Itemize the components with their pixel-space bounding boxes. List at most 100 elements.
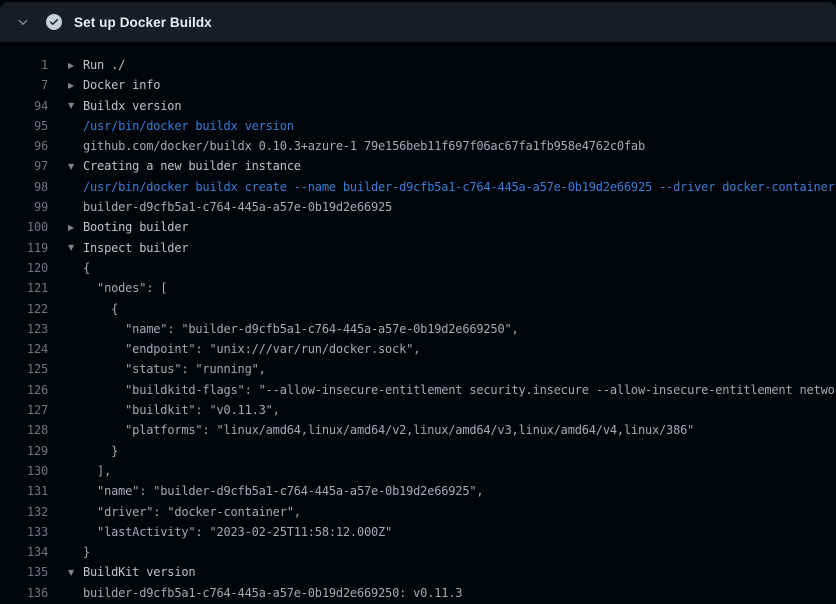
line-text: Docker info [83,75,160,95]
line-text: { [83,299,118,319]
chevron-down-icon[interactable] [16,15,30,29]
log-line: 131 "name": "builder-d9cfb5a1-c764-445a-… [0,481,836,501]
toggle-spacer [68,329,83,330]
line-text: Run ./ [83,55,125,75]
toggle-spacer [68,349,83,350]
line-number[interactable]: 122 [0,299,48,319]
line-text: "buildkit": "v0.11.3", [83,400,280,420]
toggle-spacer [68,491,83,492]
log-group-line[interactable]: 135 ▼BuildKit version [0,562,836,582]
toggle-spacer [68,552,83,553]
line-number[interactable]: 95 [0,116,48,136]
line-number[interactable]: 1 [0,55,48,75]
log-line: 132 "driver": "docker-container", [0,502,836,522]
log-line: 123 "name": "builder-d9cfb5a1-c764-445a-… [0,319,836,339]
toggle-spacer [68,268,83,269]
line-text: Booting builder [83,217,188,237]
line-number[interactable]: 134 [0,542,48,562]
line-text: Inspect builder [83,238,188,258]
group-toggle-icon[interactable]: ▼ [68,156,83,176]
line-number[interactable]: 127 [0,400,48,420]
log-line: 95/usr/bin/docker buildx version [0,116,836,136]
line-text: } [83,542,90,562]
log-line: 120 { [0,258,836,278]
log-line: 129 } [0,441,836,461]
line-number[interactable]: 124 [0,339,48,359]
line-number[interactable]: 133 [0,522,48,542]
log-group-line[interactable]: 1 ▶Run ./ [0,55,836,75]
line-number[interactable]: 125 [0,359,48,379]
line-text: "endpoint": "unix:///var/run/docker.sock… [83,339,420,359]
toggle-spacer [68,531,83,532]
line-number[interactable]: 136 [0,583,48,603]
log-line: 121 "nodes": [ [0,278,836,298]
line-number[interactable]: 132 [0,502,48,522]
toggle-spacer [68,308,83,309]
log-line: 126 "buildkitd-flags": "--allow-insecure… [0,380,836,400]
log-group-line[interactable]: 94 ▼Buildx version [0,96,836,116]
line-number[interactable]: 119 [0,238,48,258]
toggle-spacer [68,511,83,512]
line-number[interactable]: 128 [0,420,48,440]
log-line: 130 ], [0,461,836,481]
line-text: ], [83,461,111,481]
log-line: 99builder-d9cfb5a1-c764-445a-a57e-0b19d2… [0,197,836,217]
line-text: "name": "builder-d9cfb5a1-c764-445a-a57e… [83,481,483,501]
step-header[interactable]: Set up Docker Buildx [0,2,836,42]
group-toggle-icon[interactable]: ▼ [68,562,83,582]
line-text: Creating a new builder instance [83,156,301,176]
log-line: 133 "lastActivity": "2023-02-25T11:58:12… [0,522,836,542]
toggle-spacer [68,592,83,593]
line-number[interactable]: 94 [0,96,48,116]
line-text: "buildkitd-flags": "--allow-insecure-ent… [83,380,836,400]
log-line: 136 builder-d9cfb5a1-c764-445a-a57e-0b19d… [0,583,836,603]
line-text: "lastActivity": "2023-02-25T11:58:12.000… [83,522,392,542]
line-text: BuildKit version [83,562,195,582]
line-number[interactable]: 97 [0,156,48,176]
toggle-spacer [68,389,83,390]
check-circle-icon [46,14,62,30]
line-number[interactable]: 7 [0,75,48,95]
log-line: 134} [0,542,836,562]
line-number[interactable]: 96 [0,136,48,156]
log-group-line[interactable]: 7 ▶Docker info [0,75,836,95]
toggle-spacer [68,410,83,411]
line-text: builder-d9cfb5a1-c764-445a-a57e-0b19d2e6… [83,583,462,603]
toggle-spacer [68,207,83,208]
group-toggle-icon[interactable]: ▼ [68,238,83,258]
line-text: "status": "running", [83,359,266,379]
line-number[interactable]: 100 [0,217,48,237]
line-number[interactable]: 126 [0,380,48,400]
toggle-spacer [68,146,83,147]
group-toggle-icon[interactable]: ▶ [68,55,83,75]
line-number[interactable]: 99 [0,197,48,217]
line-number[interactable]: 131 [0,481,48,501]
step-title: Set up Docker Buildx [74,15,212,30]
line-text: "platforms": "linux/amd64,linux/amd64/v2… [83,420,694,440]
line-text: { [83,258,90,278]
group-toggle-icon[interactable]: ▶ [68,217,83,237]
line-number[interactable]: 135 [0,562,48,582]
log-line: 124 "endpoint": "unix:///var/run/docker.… [0,339,836,359]
line-number[interactable]: 121 [0,278,48,298]
log-line: 98/usr/bin/docker buildx create --name b… [0,177,836,197]
line-number[interactable]: 129 [0,441,48,461]
line-number[interactable]: 120 [0,258,48,278]
log-line: 128 "platforms": "linux/amd64,linux/amd6… [0,420,836,440]
toggle-spacer [68,288,83,289]
line-number[interactable]: 123 [0,319,48,339]
group-toggle-icon[interactable]: ▶ [68,75,83,95]
line-text: "name": "builder-d9cfb5a1-c764-445a-a57e… [83,319,519,339]
line-text: github.com/docker/buildx 0.10.3+azure-1 … [83,136,645,156]
toggle-spacer [68,369,83,370]
log-group-line[interactable]: 97 ▼Creating a new builder instance [0,156,836,176]
line-number[interactable]: 130 [0,461,48,481]
line-text: /usr/bin/docker buildx version [83,116,294,136]
toggle-spacer [68,430,83,431]
group-toggle-icon[interactable]: ▼ [68,96,83,116]
toggle-spacer [68,186,83,187]
log-group-line[interactable]: 119 ▼Inspect builder [0,238,836,258]
line-number[interactable]: 98 [0,177,48,197]
log-group-line[interactable]: 100 ▶Booting builder [0,217,836,237]
line-text: Buildx version [83,96,181,116]
